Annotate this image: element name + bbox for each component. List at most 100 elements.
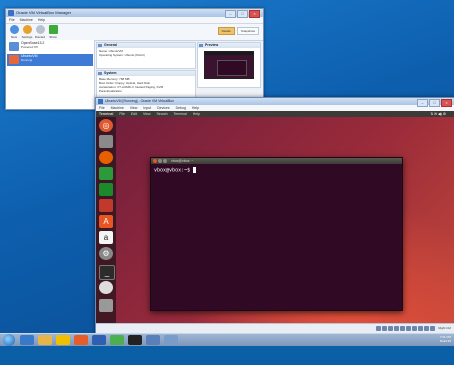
system-header[interactable]: System [97, 71, 195, 76]
taskbar-settings-icon[interactable] [146, 335, 160, 345]
virtualbox-app-icon [98, 99, 103, 104]
panel-menu-view[interactable]: View [143, 112, 151, 116]
vm-list-item-ubuntu[interactable]: UbuntuVM Running [7, 54, 93, 66]
libreoffice-writer-icon[interactable] [99, 167, 113, 180]
show-button[interactable]: Show [47, 25, 59, 39]
vm-menu-input[interactable]: Input [143, 106, 151, 110]
cpu-icon[interactable] [424, 326, 430, 331]
new-button[interactable]: New [8, 25, 20, 39]
manager-window-controls: – □ × [225, 10, 260, 18]
software-center-icon[interactable]: A [99, 215, 113, 228]
display-icon[interactable] [412, 326, 418, 331]
manager-title-bar[interactable]: Oracle VM VirtualBox Manager – □ × [6, 9, 263, 18]
dvd-icon[interactable] [99, 281, 113, 294]
taskbar-app-icon[interactable] [74, 335, 88, 345]
taskbar-terminal-icon[interactable] [128, 335, 142, 345]
settings-button[interactable]: Settings [21, 25, 33, 39]
terminal-icon[interactable]: _ [99, 265, 115, 280]
terminal-minimize-icon[interactable] [158, 159, 162, 163]
preview-header[interactable]: Preview [198, 43, 260, 48]
mouse-integration-icon[interactable] [430, 326, 436, 331]
taskbar-explorer-icon[interactable] [38, 335, 52, 345]
hdd-icon[interactable] [376, 326, 382, 331]
dash-icon[interactable]: ◎ [99, 119, 113, 132]
vm-title: UbuntuVM [Running] - Oracle VM VirtualBo… [105, 99, 174, 103]
files-icon[interactable] [99, 135, 113, 148]
terminal-maximize-icon[interactable] [163, 159, 167, 163]
taskbar-virtualbox-icon[interactable] [92, 335, 106, 345]
vm-menu-machine[interactable]: Machine [111, 106, 124, 110]
system-settings-icon[interactable]: ⚙ [99, 247, 113, 260]
start-button[interactable] [3, 334, 15, 346]
arrow-right-icon [48, 25, 58, 34]
vm-menu-view[interactable]: View [130, 106, 138, 110]
close-button[interactable]: × [249, 10, 260, 18]
recording-icon[interactable] [418, 326, 424, 331]
taskbar-ie-icon[interactable] [20, 335, 34, 345]
taskbar-folder-icon[interactable] [56, 335, 70, 345]
network-icon[interactable] [394, 326, 400, 331]
trash-icon[interactable] [99, 299, 113, 312]
panel-menu-edit[interactable]: Edit [131, 112, 137, 116]
virtualbox-app-icon [8, 10, 14, 16]
taskbar-window-icon[interactable] [164, 335, 178, 345]
discard-button[interactable]: Discard [34, 25, 46, 39]
system-icon [98, 72, 102, 75]
terminal-title: vbox@vbox: ~ [171, 159, 194, 163]
vm-title-bar[interactable]: UbuntuVM [Running] - Oracle VM VirtualBo… [96, 98, 454, 107]
terminal-cursor [193, 167, 197, 173]
snapshots-view-button[interactable]: Snapshots [236, 27, 259, 35]
ubuntu-vm-window: UbuntuVM [Running] - Oracle VM VirtualBo… [95, 97, 454, 335]
vm-preview-thumbnail [204, 51, 254, 79]
ubuntu-desktop: Terminal File Edit View Search Terminal … [96, 111, 454, 323]
virtualbox-manager-window: Oracle VM VirtualBox Manager – □ × File … [5, 8, 264, 110]
discard-icon [35, 25, 45, 34]
gear-icon [22, 25, 32, 34]
vm-menu-devices[interactable]: Devices [157, 106, 169, 110]
terminal-close-icon[interactable] [153, 159, 157, 163]
menu-help[interactable]: Help [38, 18, 45, 22]
taskbar: 7:01 PM Build 95 [0, 333, 454, 346]
panel-menu-search[interactable]: Search [156, 112, 167, 116]
libreoffice-calc-icon[interactable] [99, 183, 113, 196]
libreoffice-impress-icon[interactable] [99, 199, 113, 212]
minimize-button[interactable]: – [417, 99, 428, 107]
taskbar-chrome-icon[interactable] [110, 335, 124, 345]
general-header[interactable]: General [97, 43, 195, 48]
firefox-icon[interactable] [99, 151, 113, 164]
menu-file[interactable]: File [9, 18, 15, 22]
panel-app-name: Terminal [99, 112, 114, 116]
vm-menu-debug[interactable]: Debug [176, 106, 186, 110]
panel-menu-file[interactable]: File [119, 112, 125, 116]
system-tray-clock[interactable]: 7:01 PM Build 95 [440, 335, 451, 343]
vm-menu-help[interactable]: Help [192, 106, 199, 110]
preview-panel: Preview [197, 42, 261, 88]
details-view-button[interactable]: Details [217, 27, 235, 35]
manager-title: Oracle VM VirtualBox Manager [16, 10, 72, 15]
new-icon [9, 25, 19, 34]
terminal-content[interactable]: vbox@vbox:~$ [151, 164, 402, 177]
maximize-button[interactable]: □ [429, 99, 440, 107]
usb-icon[interactable] [400, 326, 406, 331]
maximize-button[interactable]: □ [237, 10, 248, 18]
host-key-label: Right Ctrl [438, 326, 451, 330]
vm-list: OpenSuse13.2 Powered Off UbuntuVM Runnin… [6, 40, 95, 109]
menu-machine[interactable]: Machine [20, 18, 33, 22]
optical-drive-icon[interactable] [382, 326, 388, 331]
audio-icon[interactable] [388, 326, 394, 331]
system-info: Base Memory: 768 MB Boot Order: Floppy, … [99, 77, 164, 93]
shared-folder-icon[interactable] [406, 326, 412, 331]
panel-indicators[interactable]: ⇅ ✉ ◀) ⚙ [430, 111, 446, 117]
terminal-window[interactable]: vbox@vbox: ~ vbox@vbox:~$ [150, 157, 403, 311]
minimize-button[interactable]: – [225, 10, 236, 18]
panel-menu-help[interactable]: Help [193, 112, 200, 116]
panel-menu-terminal[interactable]: Terminal [173, 112, 186, 116]
general-icon [98, 44, 102, 47]
vm-list-item-opensuse[interactable]: OpenSuse13.2 Powered Off [7, 41, 93, 53]
vm-menu-file[interactable]: File [99, 106, 105, 110]
ubuntu-icon [9, 55, 19, 64]
terminal-title-bar[interactable]: vbox@vbox: ~ [151, 158, 402, 164]
amazon-icon[interactable]: a [99, 231, 113, 244]
close-button[interactable]: × [441, 99, 452, 107]
preview-icon [199, 44, 203, 47]
